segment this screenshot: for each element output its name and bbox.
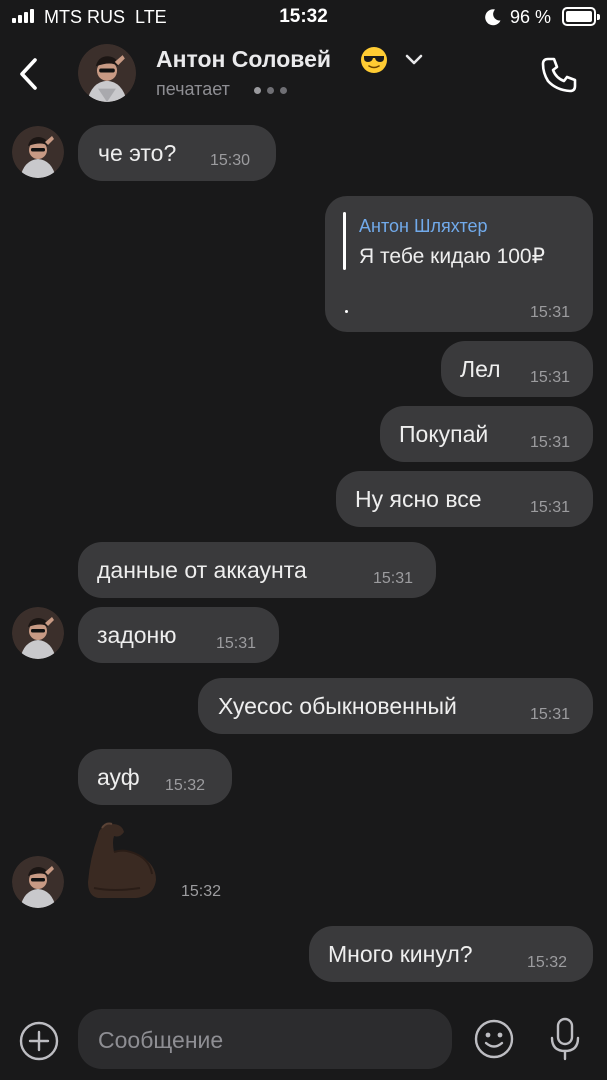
message-time: 15:31 — [530, 499, 571, 516]
message-time: 15:31 — [216, 635, 257, 652]
chevron-down-icon[interactable] — [404, 52, 424, 68]
outgoing-message[interactable]: Ну ясно все 15:31 — [336, 471, 593, 527]
message-time: 15:32 — [527, 954, 568, 971]
message-time: 15:32 — [165, 777, 206, 794]
incoming-message[interactable]: данные от аккаунта 15:31 — [78, 542, 436, 598]
contact-avatar-small[interactable] — [12, 126, 64, 178]
message-text: ауф — [97, 764, 140, 790]
reply-quote-bar — [343, 212, 346, 270]
typing-status: печатает — [156, 79, 230, 99]
back-chevron-icon[interactable] — [14, 54, 44, 94]
message-text: данные от аккаунта — [97, 557, 307, 583]
message-time: 15:31 — [530, 369, 571, 386]
do-not-disturb-moon-icon — [485, 9, 501, 26]
message-text: Много кинул? — [328, 941, 473, 967]
message-time: 15:32 — [181, 883, 222, 900]
message-time: 15:31 — [530, 304, 571, 321]
outgoing-message[interactable]: Хуесос обыкновенный 15:31 — [198, 678, 593, 734]
message-text: че это? — [98, 140, 177, 166]
incoming-message[interactable]: задоню 15:31 — [78, 607, 279, 663]
flexed-biceps-emoji-icon[interactable] — [84, 818, 164, 904]
contact-avatar-small[interactable] — [12, 607, 64, 659]
message-time: 15:31 — [530, 706, 571, 723]
contact-avatar[interactable] — [78, 44, 136, 102]
message-time: 15:31 — [530, 434, 571, 451]
outgoing-message-reply[interactable]: Антон Шляхтер Я тебе кидаю 100₽ 15:31 — [325, 196, 593, 332]
message-composer: Сообщение — [0, 1000, 607, 1080]
microphone-icon[interactable] — [546, 1016, 584, 1062]
battery-icon — [562, 7, 600, 26]
incoming-message[interactable]: че это? 15:30 — [78, 125, 276, 181]
phone-call-icon[interactable] — [538, 54, 580, 96]
reply-author[interactable]: Антон Шляхтер — [359, 216, 488, 237]
emoji-smile-icon[interactable] — [473, 1018, 515, 1060]
add-attachment-icon[interactable] — [18, 1020, 60, 1062]
message-input[interactable]: Сообщение — [78, 1009, 452, 1069]
status-bar: MTS RUS LTE 15:32 96 % — [0, 0, 607, 34]
outgoing-message[interactable]: Лел 15:31 — [441, 341, 593, 397]
message-time: 15:30 — [210, 152, 251, 169]
chat-header: Антон Соловей печатает — [0, 34, 607, 114]
reply-text: Я тебе кидаю 100₽ — [359, 245, 545, 268]
message-text: Хуесос обыкновенный — [218, 693, 457, 719]
outgoing-message[interactable]: Покупай 15:31 — [380, 406, 593, 462]
sunglasses-emoji-icon — [361, 47, 387, 73]
message-text: Покупай — [399, 421, 489, 447]
outgoing-message[interactable]: Много кинул? 15:32 — [309, 926, 593, 982]
message-time: 15:31 — [373, 570, 414, 587]
battery-percent: 96 % — [510, 7, 552, 27]
contact-name[interactable]: Антон Соловей — [156, 46, 331, 73]
message-text: Ну ясно все — [355, 486, 482, 512]
contact-avatar-small[interactable] — [12, 856, 64, 908]
typing-dots-icon — [254, 87, 294, 95]
message-input-placeholder: Сообщение — [98, 1027, 224, 1053]
incoming-message[interactable]: ауф 15:32 — [78, 749, 232, 805]
message-text: задоню — [97, 622, 177, 648]
message-text: Лел — [460, 356, 501, 382]
